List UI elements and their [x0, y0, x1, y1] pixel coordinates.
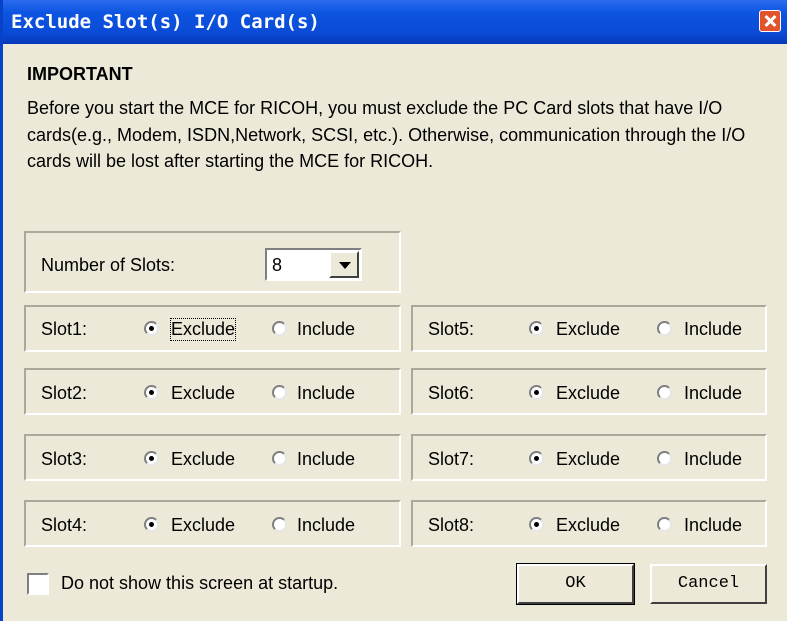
chevron-down-icon[interactable]	[329, 251, 359, 278]
slot2-exclude-radio[interactable]	[144, 385, 159, 400]
slot1-include-label[interactable]: Include	[297, 319, 355, 340]
slots-count-label: Number of Slots:	[41, 255, 176, 275]
title-bar[interactable]: Exclude Slot(s) I/O Card(s)	[3, 0, 787, 44]
slot-label: Slot6:	[428, 383, 475, 403]
slot7-include-label[interactable]: Include	[684, 449, 742, 470]
slot-label: Slot1:	[41, 319, 88, 339]
slot6-include-radio[interactable]	[657, 385, 672, 400]
slots-count-value: 8	[272, 255, 283, 275]
slot8-include-radio[interactable]	[657, 517, 672, 532]
window-title: Exclude Slot(s) I/O Card(s)	[11, 11, 320, 33]
slot3-exclude-radio[interactable]	[144, 451, 159, 466]
slot6-exclude-label[interactable]: Exclude	[556, 383, 620, 404]
description-text: Before you start the MCE for RICOH, you …	[27, 98, 746, 171]
slots-count-select[interactable]: 8	[265, 248, 362, 281]
slot5-exclude-radio[interactable]	[529, 321, 544, 336]
important-heading: IMPORTANT	[27, 64, 133, 84]
slot-label: Slot8:	[428, 515, 475, 535]
slot-label: Slot5:	[428, 319, 475, 339]
slot-label: Slot7:	[428, 449, 475, 469]
slot5-exclude-label[interactable]: Exclude	[556, 319, 620, 340]
ok-button[interactable]: OK	[517, 564, 634, 604]
slot6-exclude-radio[interactable]	[529, 385, 544, 400]
slot5-include-label[interactable]: Include	[684, 319, 742, 340]
slot8-exclude-radio[interactable]	[529, 517, 544, 532]
slot5-include-radio[interactable]	[657, 321, 672, 336]
slot-label: Slot2:	[41, 383, 88, 403]
slot7-exclude-label[interactable]: Exclude	[556, 449, 620, 470]
cancel-button[interactable]: Cancel	[650, 564, 767, 604]
slot2-include-radio[interactable]	[272, 385, 287, 400]
startup-checkbox[interactable]	[27, 573, 49, 595]
slot4-exclude-label[interactable]: Exclude	[171, 515, 235, 536]
slot4-include-label[interactable]: Include	[297, 515, 355, 536]
slot8-exclude-label[interactable]: Exclude	[556, 515, 620, 536]
slot-label: Slot4:	[41, 515, 88, 535]
slot4-exclude-radio[interactable]	[144, 517, 159, 532]
slot7-include-radio[interactable]	[657, 451, 672, 466]
slot4-include-radio[interactable]	[272, 517, 287, 532]
slot3-include-radio[interactable]	[272, 451, 287, 466]
slot3-include-label[interactable]: Include	[297, 449, 355, 470]
close-button[interactable]	[759, 10, 781, 32]
startup-checkbox-label[interactable]: Do not show this screen at startup.	[61, 573, 338, 594]
slot2-exclude-label[interactable]: Exclude	[171, 383, 235, 404]
slot-label: Slot3:	[41, 449, 88, 469]
slot8-include-label[interactable]: Include	[684, 515, 742, 536]
dialog-window: Exclude Slot(s) I/O Card(s) IMPORTANT Be…	[0, 0, 787, 621]
slot1-include-radio[interactable]	[272, 321, 287, 336]
slot6-include-label[interactable]: Include	[684, 383, 742, 404]
slot1-exclude-label[interactable]: Exclude	[169, 318, 237, 341]
slot7-exclude-radio[interactable]	[529, 451, 544, 466]
slot1-exclude-radio[interactable]	[144, 321, 159, 336]
slot3-exclude-label[interactable]: Exclude	[171, 449, 235, 470]
slot2-include-label[interactable]: Include	[297, 383, 355, 404]
